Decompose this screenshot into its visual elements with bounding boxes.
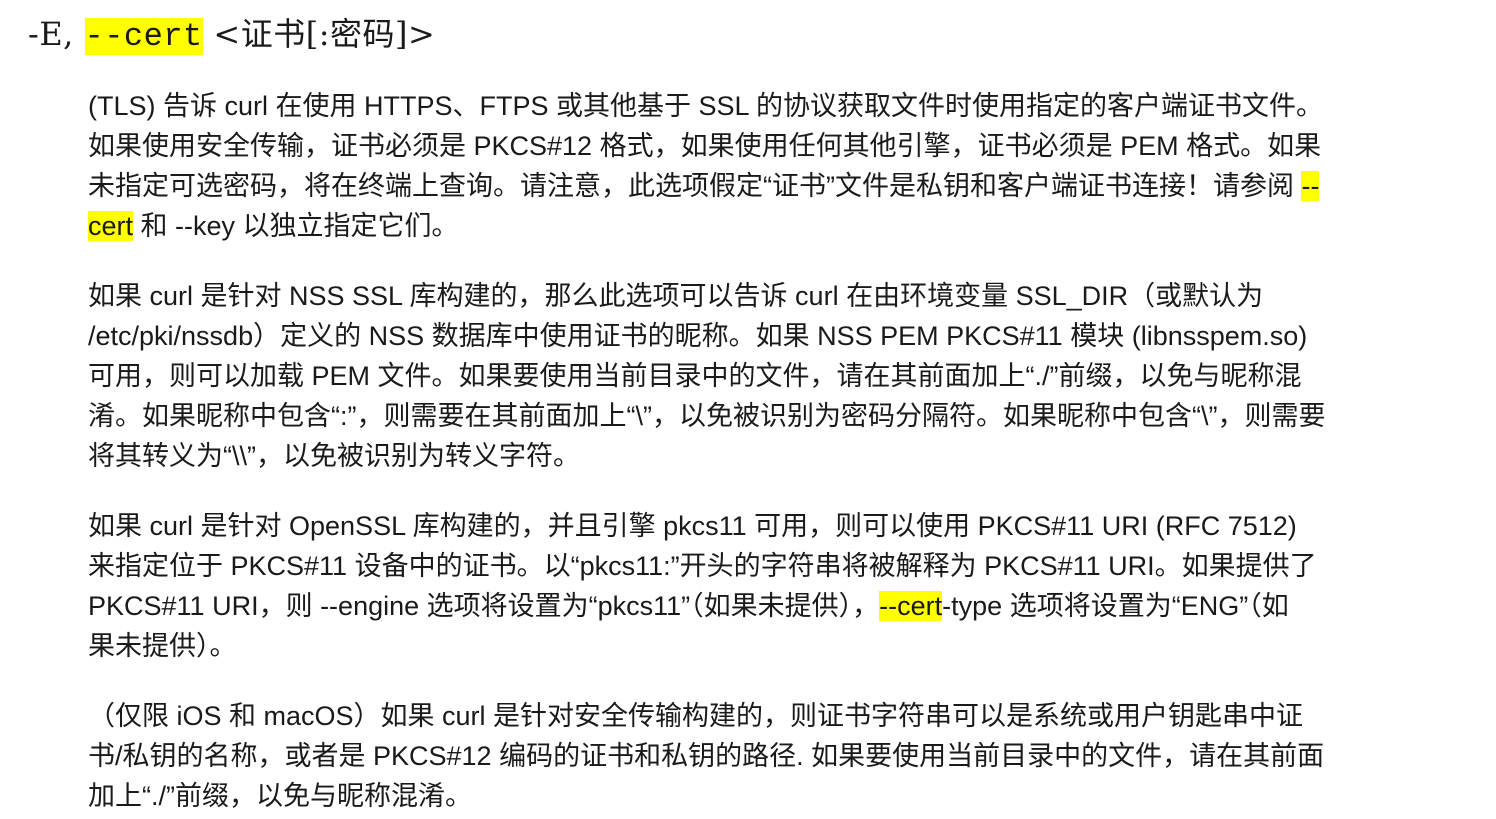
option-long-flag: --cert: [84, 18, 203, 55]
manual-page: -E, --cert <证书[:密码]> (TLS) 告诉 curl 在使用 H…: [0, 0, 1496, 819]
line-text: 如果使用安全传输，证书必须是 PKCS#12 格式，如果使用任何其他引擎，证书必…: [88, 131, 1322, 161]
line-text: 加上“./”前缀，以免与昵称混淆。: [88, 781, 472, 811]
line-text: 果未提供）。: [88, 631, 237, 661]
paragraph-line: 未指定可选密码，将在终端上查询。请注意，此选项假定“证书”文件是私钥和客户端证书…: [88, 166, 1478, 206]
line-text: PKCS#11 URI，则 --engine 选项将设置为“pkcs11”（如果…: [88, 591, 880, 621]
highlighted-cert-link[interactable]: cert: [88, 211, 134, 241]
paragraph-line: cert 和 --key 以独立指定它们。: [88, 206, 1478, 246]
paragraph-line: PKCS#11 URI，则 --engine 选项将设置为“pkcs11”（如果…: [88, 586, 1478, 626]
option-gap: [203, 15, 214, 53]
paragraph-tls-cert: (TLS) 告诉 curl 在使用 HTTPS、FTPS 或其他基于 SSL 的…: [88, 86, 1478, 246]
paragraph-line: 加上“./”前缀，以免与昵称混淆。: [88, 776, 1478, 816]
line-text: 如果 curl 是针对 OpenSSL 库构建的，并且引擎 pkcs11 可用，…: [88, 511, 1297, 541]
paragraph-line: 果未提供）。: [88, 626, 1478, 666]
paragraph-line: 淆。如果昵称中包含“:”，则需要在其前面加上“\”，以免被识别为密码分隔符。如果…: [88, 396, 1478, 436]
paragraph-ios-macos: （仅限 iOS 和 macOS）如果 curl 是针对安全传输构建的，则证书字符…: [88, 696, 1478, 816]
paragraph-line: （仅限 iOS 和 macOS）如果 curl 是针对安全传输构建的，则证书字符…: [88, 696, 1478, 736]
line-text: 如果 curl 是针对 NSS SSL 库构建的，那么此选项可以告诉 curl …: [88, 281, 1264, 311]
line-text: 将其转义为“\\”，以免被识别为转义字符。: [88, 441, 580, 471]
paragraph-line: /etc/pki/nssdb）定义的 NSS 数据库中使用证书的昵称。如果 NS…: [88, 316, 1478, 356]
line-text: 来指定位于 PKCS#11 设备中的证书。以“pkcs11:”开头的字符串将被解…: [88, 551, 1317, 581]
line-text: 书/私钥的名称，或者是 PKCS#12 编码的证书和私钥的路径. 如果要使用当前…: [88, 741, 1325, 771]
highlighted-cert-link[interactable]: --: [1301, 171, 1320, 201]
line-text: -type 选项将设置为“ENG”（如: [942, 591, 1289, 621]
paragraph-nss: 如果 curl 是针对 NSS SSL 库构建的，那么此选项可以告诉 curl …: [88, 276, 1478, 476]
paragraph-line: 来指定位于 PKCS#11 设备中的证书。以“pkcs11:”开头的字符串将被解…: [88, 546, 1478, 586]
line-text: (TLS) 告诉 curl 在使用 HTTPS、FTPS 或其他基于 SSL 的…: [88, 91, 1324, 121]
line-text: 可用，则可以加载 PEM 文件。如果要使用当前目录中的文件，请在其前面加上“./…: [88, 361, 1302, 391]
line-text: （仅限 iOS 和 macOS）如果 curl 是针对安全传输构建的，则证书字符…: [88, 701, 1304, 731]
paragraph-openssl: 如果 curl 是针对 OpenSSL 库构建的，并且引擎 pkcs11 可用，…: [88, 506, 1478, 666]
paragraph-line: 如果使用安全传输，证书必须是 PKCS#12 格式，如果使用任何其他引擎，证书必…: [88, 126, 1478, 166]
option-heading: -E, --cert <证书[:密码]>: [28, 12, 435, 59]
paragraph-line: 将其转义为“\\”，以免被识别为转义字符。: [88, 436, 1478, 476]
paragraph-line: (TLS) 告诉 curl 在使用 HTTPS、FTPS 或其他基于 SSL 的…: [88, 86, 1478, 126]
option-short-flag: -E,: [28, 15, 85, 53]
line-text: 淆。如果昵称中包含“:”，则需要在其前面加上“\”，以免被识别为密码分隔符。如果…: [88, 401, 1326, 431]
line-text: 未指定可选密码，将在终端上查询。请注意，此选项假定“证书”文件是私钥和客户端证书…: [88, 171, 1302, 201]
line-text: /etc/pki/nssdb）定义的 NSS 数据库中使用证书的昵称。如果 NS…: [88, 321, 1308, 351]
paragraph-line: 如果 curl 是针对 NSS SSL 库构建的，那么此选项可以告诉 curl …: [88, 276, 1478, 316]
paragraph-line: 书/私钥的名称，或者是 PKCS#12 编码的证书和私钥的路径. 如果要使用当前…: [88, 736, 1478, 776]
highlighted-cert-link[interactable]: --cert: [879, 591, 943, 621]
line-text: 和 --key 以独立指定它们。: [133, 211, 459, 241]
paragraph-line: 可用，则可以加载 PEM 文件。如果要使用当前目录中的文件，请在其前面加上“./…: [88, 356, 1478, 396]
option-argument: <证书[:密码]>: [213, 15, 436, 53]
paragraph-line: 如果 curl 是针对 OpenSSL 库构建的，并且引擎 pkcs11 可用，…: [88, 506, 1478, 546]
